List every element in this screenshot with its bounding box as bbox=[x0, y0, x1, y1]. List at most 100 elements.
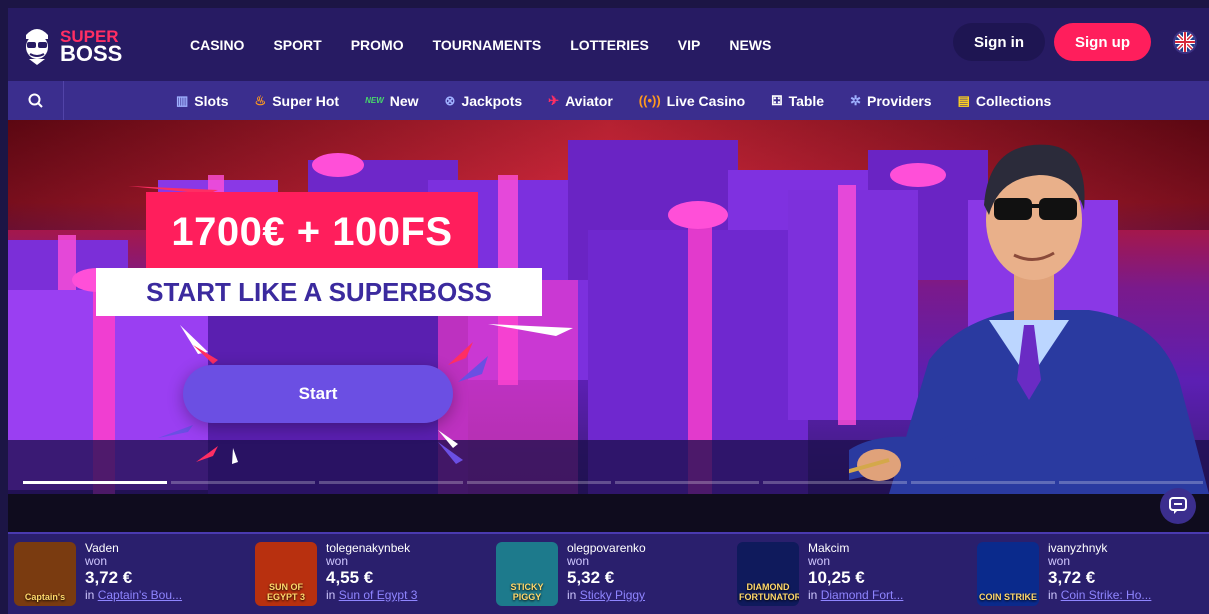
carousel-dot[interactable] bbox=[171, 481, 315, 484]
in-label: in bbox=[808, 588, 818, 602]
category-jackpots[interactable]: ⊗ Jackpots bbox=[445, 93, 523, 109]
uk-flag-icon[interactable] bbox=[1173, 30, 1197, 54]
game-thumbnail[interactable]: DIAMOND FORTUNATOR bbox=[737, 542, 799, 606]
logo[interactable]: SUPER BOSS bbox=[20, 25, 160, 65]
won-label: won bbox=[567, 554, 590, 568]
nav-vip[interactable]: VIP bbox=[678, 37, 701, 53]
carousel-dot[interactable] bbox=[1059, 481, 1203, 484]
aviator-icon: ✈ bbox=[548, 92, 560, 108]
main-nav: CASINO SPORT PROMO TOURNAMENTS LOTTERIES… bbox=[190, 37, 771, 53]
chat-button[interactable] bbox=[1160, 488, 1196, 524]
nav-lotteries[interactable]: LOTTERIES bbox=[570, 37, 649, 53]
bonus-headline: 1700€ + 100FS bbox=[146, 192, 478, 272]
category-table[interactable]: ⚃ Table bbox=[771, 93, 824, 109]
nav-promo[interactable]: PROMO bbox=[351, 37, 404, 53]
game-thumbnail[interactable]: STICKY PIGGY bbox=[496, 542, 558, 606]
game-line: in Captain's Bou... bbox=[85, 588, 182, 602]
game-thumbnail-label: STICKY PIGGY bbox=[510, 582, 544, 602]
fire-icon: ♨ bbox=[254, 92, 267, 108]
slots-icon: ▥ bbox=[176, 92, 189, 108]
carousel-dot[interactable] bbox=[319, 481, 463, 484]
game-thumbnail-label: Captain's bbox=[24, 592, 66, 602]
game-line: in Coin Strike: Ho... bbox=[1048, 588, 1151, 602]
carousel-dot[interactable] bbox=[911, 481, 1055, 484]
game-thumbnail-label: COIN STRIKE bbox=[979, 592, 1038, 602]
game-link[interactable]: Sun of Egypt 3 bbox=[339, 588, 418, 602]
category-label: Providers bbox=[867, 92, 932, 109]
won-label: won bbox=[85, 554, 108, 568]
category-new[interactable]: NEW New bbox=[365, 93, 418, 109]
bonus-subheadline: START LIKE A SUPERBOSS bbox=[96, 268, 542, 316]
carousel-dot[interactable] bbox=[615, 481, 759, 484]
carousel-indicators bbox=[23, 481, 1203, 484]
in-label: in bbox=[1048, 588, 1058, 602]
search-button[interactable] bbox=[8, 81, 64, 120]
win-amount: 4,55 € bbox=[326, 568, 374, 587]
page: SUPER BOSS CASINO SPORT PROMO TOURNAMENT… bbox=[0, 0, 1209, 614]
logo-boss-text: BOSS bbox=[60, 40, 123, 66]
game-link[interactable]: Coin Strike: Ho... bbox=[1061, 588, 1152, 602]
carousel-dot[interactable] bbox=[763, 481, 907, 484]
nav-sport[interactable]: SPORT bbox=[273, 37, 321, 53]
category-collections[interactable]: ▤ Collections bbox=[958, 93, 1052, 109]
game-line: in Diamond Fort... bbox=[808, 588, 903, 602]
category-label: Jackpots bbox=[461, 92, 523, 109]
collections-icon: ▤ bbox=[957, 92, 970, 108]
won-label: won bbox=[808, 554, 831, 568]
start-button[interactable]: Start bbox=[183, 365, 453, 423]
new-badge-icon: NEW bbox=[365, 96, 384, 105]
sign-up-button[interactable]: Sign up bbox=[1054, 23, 1151, 61]
winner-item[interactable]: SUN OF EGYPT 3 tolegenakynbek won 4,55 € in … bbox=[255, 542, 475, 606]
category-aviator[interactable]: ✈ Aviator bbox=[548, 93, 613, 109]
search-icon bbox=[28, 93, 43, 108]
category-nav: ▥ Slots ♨ Super Hot NEW New ⊗ Jackpots ✈ Aviator (… bbox=[8, 81, 1209, 120]
nav-news[interactable]: NEWS bbox=[729, 37, 771, 53]
won-label: won bbox=[1048, 554, 1071, 568]
sign-in-button[interactable]: Sign in bbox=[953, 23, 1045, 61]
game-thumbnail[interactable]: Captain's bbox=[14, 542, 76, 606]
winner-item[interactable]: STICKY PIGGY olegpovarenko won 5,32 € in Sti… bbox=[496, 542, 716, 606]
game-thumbnail[interactable]: SUN OF EGYPT 3 bbox=[255, 542, 317, 606]
game-link[interactable]: Captain's Bou... bbox=[98, 588, 182, 602]
nav-tournaments[interactable]: TOURNAMENTS bbox=[433, 37, 542, 53]
carousel-dot[interactable] bbox=[23, 481, 167, 484]
category-label: Slots bbox=[194, 92, 229, 109]
live-icon: ((•)) bbox=[638, 93, 661, 108]
jackpot-icon: ⊗ bbox=[444, 92, 456, 108]
winner-item[interactable]: DIAMOND FORTUNATOR Makcim won 10,25 € in Dia… bbox=[737, 542, 957, 606]
win-amount: 10,25 € bbox=[808, 568, 865, 587]
hero-banner[interactable]: 1700€ + 100FS START LIKE A SUPERBOSS Sta… bbox=[8, 120, 1209, 494]
superboss-character-illustration bbox=[849, 144, 1209, 494]
game-thumbnail-label: DIAMOND FORTUNATOR bbox=[739, 582, 799, 602]
won-label: won bbox=[326, 554, 349, 568]
game-line: in Sticky Piggy bbox=[567, 588, 646, 602]
category-label: Collections bbox=[975, 92, 1052, 109]
in-label: in bbox=[85, 588, 95, 602]
category-label: Live Casino bbox=[666, 92, 746, 109]
game-link[interactable]: Sticky Piggy bbox=[580, 588, 645, 602]
dice-icon: ⚃ bbox=[771, 92, 783, 108]
game-thumbnail-label: SUN OF EGYPT 3 bbox=[266, 582, 305, 602]
category-label: Table bbox=[788, 92, 825, 109]
gear-icon: ✲ bbox=[850, 92, 861, 108]
recent-winners-ticker: Captain's Vaden won 3,72 € in Captain's Bou.… bbox=[8, 532, 1209, 614]
game-line: in Sun of Egypt 3 bbox=[326, 588, 417, 602]
category-label: Aviator bbox=[565, 92, 613, 109]
in-label: in bbox=[326, 588, 336, 602]
win-amount: 5,32 € bbox=[567, 568, 615, 587]
win-amount: 3,72 € bbox=[85, 568, 133, 587]
category-live-casino[interactable]: ((•)) Live Casino bbox=[639, 93, 745, 109]
winner-item[interactable]: Captain's Vaden won 3,72 € in Captain's Bou.… bbox=[14, 542, 234, 606]
category-slots[interactable]: ▥ Slots bbox=[176, 93, 229, 109]
nav-casino[interactable]: CASINO bbox=[190, 37, 244, 53]
category-super-hot[interactable]: ♨ Super Hot bbox=[255, 93, 340, 109]
category-providers[interactable]: ✲ Providers bbox=[850, 93, 932, 109]
category-label: Super Hot bbox=[272, 92, 340, 109]
in-label: in bbox=[567, 588, 577, 602]
divider-strip bbox=[8, 494, 1209, 532]
game-thumbnail[interactable]: COIN STRIKE bbox=[977, 542, 1039, 606]
category-label: New bbox=[389, 92, 419, 109]
carousel-dot[interactable] bbox=[467, 481, 611, 484]
game-link[interactable]: Diamond Fort... bbox=[821, 588, 904, 602]
winner-item[interactable]: COIN STRIKE ivanyzhnyk won 3,72 € in Coin St… bbox=[977, 542, 1197, 606]
